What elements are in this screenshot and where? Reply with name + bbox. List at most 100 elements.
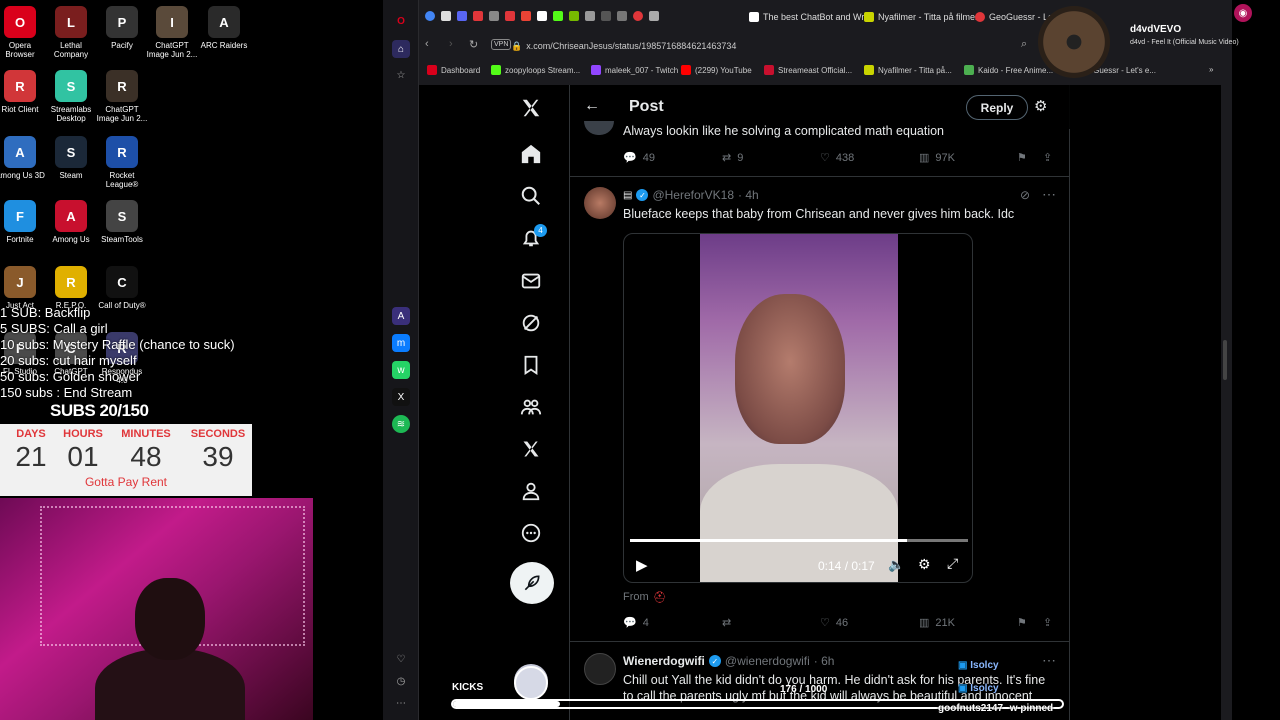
reply-action[interactable]: 💬 4 [623,616,649,630]
tweet-handle[interactable]: @HereforVK18 [652,188,734,202]
share-action[interactable]: ⇪ [1043,616,1052,629]
desktop-icon[interactable]: A Among Us [45,200,97,244]
spotify-icon[interactable]: ≋ [392,415,410,433]
more-options-icon[interactable] [510,516,552,550]
bookmark-item[interactable]: Dashboard [427,65,480,75]
pinned-tab-icon[interactable] [505,11,515,21]
repost-action[interactable]: ⇄ 9 [722,151,743,165]
like-action[interactable]: ♡ 438 [820,151,854,165]
notifications-bell-icon[interactable]: 4 [510,221,552,255]
pinned-tab-icon[interactable] [649,11,659,21]
bookmark-item[interactable]: Nyafilmer - Titta på... [864,65,952,75]
source-emoji-icon[interactable]: ⛑ [653,591,667,604]
x-logo-icon[interactable] [510,91,552,125]
desktop-icon[interactable]: R Riot Client [0,70,46,114]
back-icon[interactable]: ‹ [425,38,429,50]
home-workspace-icon[interactable]: ⌂ [392,40,410,58]
bookmark-item[interactable]: maleek_007 - Twitch [591,65,678,75]
forward-icon[interactable]: › [449,38,453,50]
views-action[interactable]: ▥ 97K [919,151,955,165]
desktop-icon[interactable]: A ARC Raiders [198,6,250,50]
pinned-tab-icon[interactable] [473,11,483,21]
pinned-tab-icon[interactable] [441,11,451,21]
repost-action[interactable]: ⇄ [722,616,731,629]
tweet-more-icon[interactable]: ⋯ [1042,186,1056,203]
premium-x-icon[interactable] [510,432,552,466]
settings-gear-icon[interactable]: ⚙ [918,556,931,573]
desktop-icon[interactable]: C Call of Duty® [96,266,148,310]
pinned-tab-icon[interactable] [601,11,611,21]
grok-icon[interactable] [510,306,552,340]
profile-icon[interactable] [510,474,552,508]
pinned-tab-icon[interactable] [633,11,643,21]
communities-icon[interactable] [510,390,552,424]
pinned-tab-icon[interactable] [585,11,595,21]
tweet-avatar[interactable] [584,187,616,219]
reply-action[interactable]: 💬 49 [623,151,655,165]
vpn-badge[interactable]: VPN [491,39,512,50]
desktop-icon[interactable]: L Lethal Company [45,6,97,59]
pinned-tab-icon[interactable] [553,11,563,21]
share-action[interactable]: ⇪ [1043,151,1052,164]
pinned-tab-icon[interactable] [425,11,435,21]
desktop-icon[interactable]: R ChatGPT Image Jun 2... [96,70,148,123]
desktop-icon[interactable]: O Opera Browser [0,6,46,59]
desktop-icon[interactable]: I ChatGPT Image Jun 2... [146,6,198,59]
pinned-tab-icon[interactable] [569,11,579,21]
messages-icon[interactable] [510,264,552,298]
desktop-icon[interactable]: J Just Act [0,266,46,310]
record-icon[interactable]: ◉ [1234,4,1252,22]
tweet-more-icon[interactable]: ⋯ [1042,652,1056,669]
pinned-tab-icon[interactable] [617,11,627,21]
explore-search-icon[interactable] [510,179,552,213]
fullscreen-icon[interactable]: ⤢ [947,555,958,572]
play-icon[interactable]: ▶ [636,556,648,574]
search-icon[interactable]: ⌕ [1021,38,1027,51]
home-icon[interactable] [510,137,552,171]
bookmarks-icon[interactable] [510,348,552,382]
desktop-icon[interactable]: R R.E.P.O. [45,266,97,310]
whatsapp-icon[interactable]: w [392,361,410,379]
desktop-icon[interactable]: R Rocket League® [96,136,148,189]
grok-explain-icon[interactable]: ⊘ [1020,188,1030,202]
tab-nyafilmer[interactable]: Nyafilmer - Titta på filmer [864,9,978,25]
tab-chatbot[interactable]: The best ChatBot and Wri [749,9,866,25]
volume-icon[interactable]: 🔈 [888,557,904,573]
page-scrollbar[interactable] [1223,340,1227,380]
tweet-avatar[interactable] [584,121,614,135]
pinned-tab-icon[interactable] [457,11,467,21]
bookmark-item[interactable]: Streameast Official... [764,65,852,75]
views-action[interactable]: ▥ 21K [919,616,955,630]
bookmark-item[interactable]: zoopyloops Stream... [491,65,580,75]
video-progress-bar[interactable] [630,539,968,542]
video-player[interactable]: ▶ 0:14 / 0:17 🔈 ⚙ ⤢ [623,233,973,583]
bookmark-action[interactable]: ⚑ [1017,151,1027,164]
desktop-icon[interactable]: A Among Us 3D [0,136,46,180]
aria-icon[interactable]: A [392,307,410,325]
pinned-tab-icon[interactable] [537,11,547,21]
tweet-time[interactable]: · 4h [738,188,759,202]
reply-button[interactable]: Reply [966,95,1028,120]
back-arrow-icon[interactable]: ← [584,97,600,115]
bookmarks-overflow-icon[interactable]: » [1209,65,1213,74]
bookmark-item[interactable]: (2299) YouTube [681,65,752,75]
desktop-icon[interactable]: S Streamlabs Desktop [45,70,97,123]
opera-menu-icon[interactable]: O [392,12,410,30]
desktop-icon[interactable]: F Fortnite [0,200,46,244]
bookmark-item[interactable]: Kaido - Free Anime... [964,65,1053,75]
desktop-icon[interactable]: S SteamTools [96,200,148,244]
speed-dial-icon[interactable]: ☆ [392,66,410,84]
pinned-tab-icon[interactable] [521,11,531,21]
tweet-avatar[interactable] [584,653,616,685]
url-input[interactable]: 🔒 x.com/ChriseanJesus/status/198571688462… [511,38,1031,54]
pinned-tab-icon[interactable] [489,11,499,21]
x-sidebar-icon[interactable]: X [392,388,410,406]
filter-icon[interactable]: ⚙ [1034,97,1047,115]
more-icon[interactable]: ⋯ [392,694,410,712]
desktop-icon[interactable]: S Steam [45,136,97,180]
compose-post-button[interactable] [510,562,554,604]
tweet-time[interactable]: · 6h [814,654,835,668]
tweet-handle[interactable]: @wienerdogwifi [725,654,810,668]
like-action[interactable]: ♡ 46 [820,616,848,630]
messenger-icon[interactable]: m [392,334,410,352]
